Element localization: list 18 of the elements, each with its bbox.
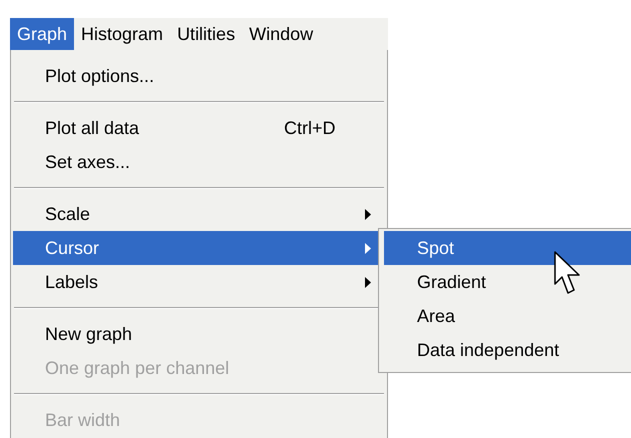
menu-item[interactable]: Set axes... xyxy=(13,145,385,179)
submenu-item[interactable]: Gradient xyxy=(384,265,631,299)
menu-bar-item[interactable]: Histogram xyxy=(74,18,170,50)
submenu-item[interactable]: Data independent xyxy=(384,333,631,367)
menu-bar-item[interactable]: Utilities xyxy=(170,18,242,50)
submenu-arrow-icon xyxy=(365,276,371,288)
menu-item[interactable]: Scale xyxy=(13,197,385,231)
shortcut-text: Ctrl+D xyxy=(284,116,336,140)
menu-item[interactable]: Labels xyxy=(13,265,385,299)
submenu-item[interactable]: Area xyxy=(384,299,631,333)
submenu-arrow-icon xyxy=(365,208,371,220)
mouse-pointer-icon xyxy=(554,251,581,295)
menu-item[interactable]: Plot all data Ctrl+D xyxy=(13,111,385,145)
submenu-item[interactable]: Spot xyxy=(384,231,631,265)
menu-bar-item[interactable]: Window xyxy=(242,18,320,50)
menu-item[interactable]: Plot options... xyxy=(13,59,385,93)
menu-bar-item[interactable]: Graph xyxy=(10,18,74,50)
submenu-arrow-icon xyxy=(365,242,371,254)
